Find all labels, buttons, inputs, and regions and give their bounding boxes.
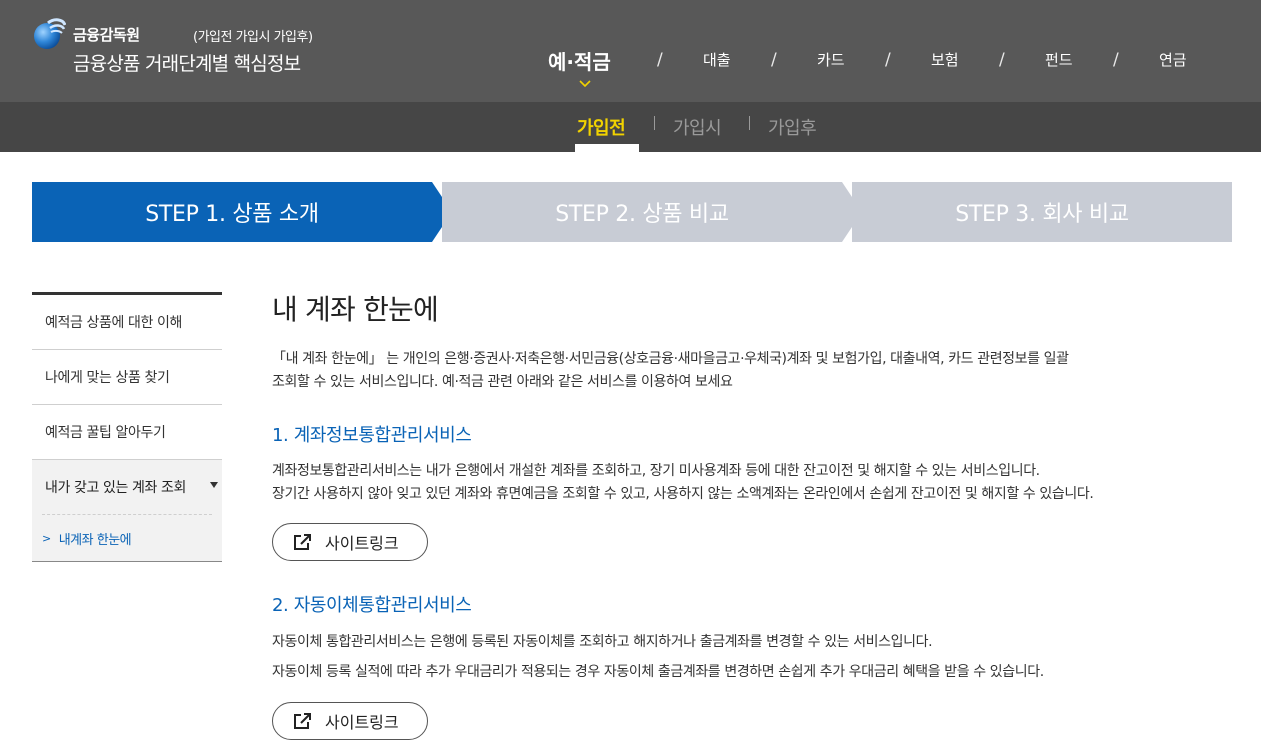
caret-down-icon [210, 482, 218, 488]
main-content: 내 계좌 한눈에 「내 계좌 한눈에」 는 개인의 은행·증권사·저축은행·서민… [272, 288, 1232, 740]
gnb-item-loan[interactable]: 대출 [703, 49, 731, 70]
external-link-icon [294, 534, 311, 550]
subtab-after-signup[interactable]: 가입후 [768, 114, 817, 140]
gnb-item-fund[interactable]: 펀드 [1045, 49, 1073, 70]
subtab-before-signup[interactable]: 가입전 [577, 114, 626, 140]
step-label: STEP 3. 회사 비교 [955, 202, 1129, 227]
side-menu-subitem-label: 내계좌 한눈에 [58, 532, 132, 548]
side-menu-item-account-lookup[interactable]: 내가 갖고 있는 계좌 조회 [32, 460, 222, 514]
subtab-separator [654, 116, 655, 130]
side-menu-item-understanding[interactable]: 예적금 상품에 대한 이해 [32, 295, 222, 350]
subtab-separator [749, 116, 750, 130]
side-menu-subitem-my-accounts[interactable]: > 내계좌 한눈에 [42, 514, 212, 561]
gnb-separator: / [999, 50, 1005, 70]
intro-line: 「내 계좌 한눈에」 는 개인의 은행·증권사·저축은행·서민금융(상호금융·새… [272, 351, 1069, 367]
gnb-item-insurance[interactable]: 보험 [931, 49, 959, 70]
side-menu-item-find-product[interactable]: 나에게 맞는 상품 찾기 [32, 350, 222, 405]
step-label: STEP 1. 상품 소개 [145, 202, 319, 227]
phase-note: (가입전 가입시 가입후) [193, 30, 313, 45]
section-description: 자동이체 등록 실적에 따라 추가 우대금리가 적용되는 경우 자동이체 출금계… [272, 664, 1044, 680]
intro-line: 조회할 수 있는 서비스입니다. 예·적금 관련 아래와 같은 서비스를 이용하… [272, 374, 733, 390]
step-1-product-intro[interactable]: STEP 1. 상품 소개 [32, 182, 432, 242]
subtab-during-signup[interactable]: 가입시 [673, 114, 722, 140]
gnb-separator: / [771, 50, 777, 70]
gnb-separator: / [657, 50, 663, 70]
side-menu-group-account-lookup: 내가 갖고 있는 계좌 조회 > 내계좌 한눈에 [32, 460, 222, 562]
side-menu-group-label: 내가 갖고 있는 계좌 조회 [45, 480, 187, 496]
gnb-separator: / [885, 50, 891, 70]
chevron-right-icon: > [42, 531, 51, 545]
step-2-product-compare[interactable]: STEP 2. 상품 비교 [442, 182, 842, 242]
page-title: 내 계좌 한눈에 [272, 293, 439, 326]
gnb-item-card[interactable]: 카드 [817, 49, 845, 70]
step-progress: STEP 1. 상품 소개 STEP 2. 상품 비교 STEP 3. 회사 비… [32, 182, 1232, 242]
section-description: 자동이체 통합관리서비스는 은행에 등록된 자동이체를 조회하고 해지하거나 출… [272, 634, 933, 650]
intro-text: 「내 계좌 한눈에」 는 개인의 은행·증권사·저축은행·서민금융(상호금융·새… [272, 348, 1232, 394]
step-label: STEP 2. 상품 비교 [555, 202, 729, 227]
chevron-down-icon [579, 80, 591, 88]
site-title[interactable]: 금융상품 거래단계별 핵심정보 [73, 49, 301, 76]
fss-logo-icon[interactable] [32, 17, 66, 51]
external-link-icon [294, 713, 311, 729]
section-title: 2. 자동이체통합관리서비스 [272, 595, 472, 616]
side-menu: 예적금 상품에 대한 이해 나에게 맞는 상품 찾기 예적금 꿀팁 알아두기 내… [32, 292, 222, 562]
gnb-item-deposit[interactable]: 예·적금 [548, 46, 611, 75]
section-description: 장기간 사용하지 않아 잊고 있던 계좌와 휴면예금을 조회할 수 있고, 사용… [272, 486, 1094, 502]
gnb-item-pension[interactable]: 연금 [1159, 49, 1187, 70]
side-menu-item-tips[interactable]: 예적금 꿀팁 알아두기 [32, 405, 222, 460]
site-link-button[interactable]: 사이트링크 [272, 523, 428, 561]
top-header: 금융감독원 (가입전 가입시 가입후) 금융상품 거래단계별 핵심정보 예·적금… [0, 0, 1261, 102]
active-subtab-indicator [575, 144, 639, 152]
step-3-company-compare[interactable]: STEP 3. 회사 비교 [852, 182, 1232, 242]
site-link-label: 사이트링크 [325, 713, 399, 732]
site-link-button[interactable]: 사이트링크 [272, 702, 428, 740]
site-link-label: 사이트링크 [325, 534, 399, 553]
org-name[interactable]: 금융감독원 [73, 24, 140, 45]
gnb-separator: / [1113, 50, 1119, 70]
section-description: 계좌정보통합관리서비스는 내가 은행에서 개설한 계좌를 조회하고, 장기 미사… [272, 463, 1040, 479]
section-title: 1. 계좌정보통합관리서비스 [272, 425, 472, 446]
